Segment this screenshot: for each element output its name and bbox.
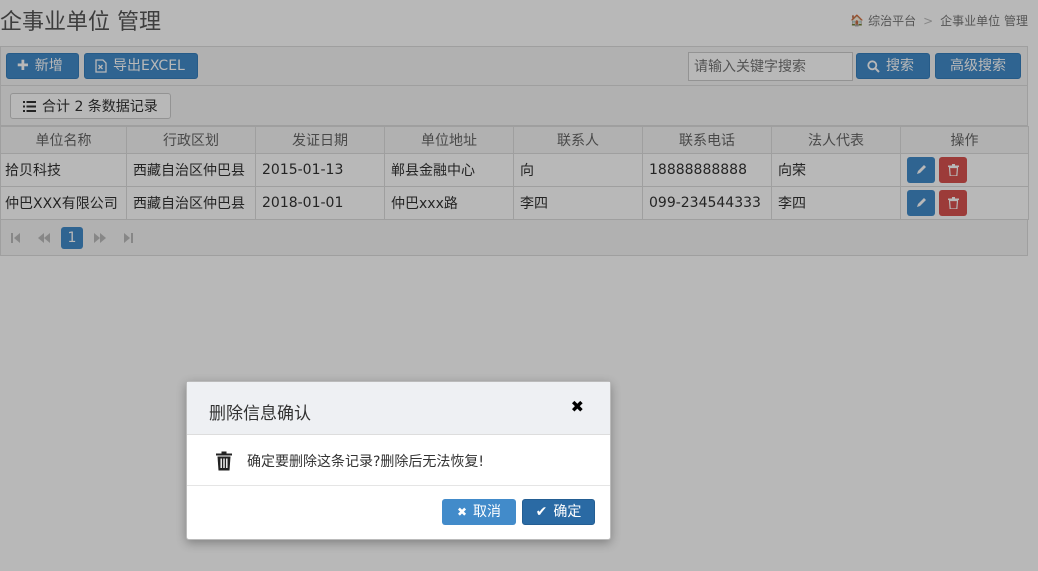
close-icon[interactable]: ✖	[571, 397, 584, 416]
check-icon: ✔	[535, 504, 548, 520]
dialog-message: 确定要删除这条记录?删除后无法恢复!	[247, 453, 485, 470]
cancel-button-label: 取消	[473, 504, 502, 520]
dialog-header: 删除信息确认 ✖	[187, 382, 610, 435]
confirm-button-label: 确定	[553, 504, 582, 520]
delete-confirm-dialog: 删除信息确认 ✖ 确定要删除这条记录?删除后无法恢复! ✖ 取消 ✔ 确定	[186, 381, 611, 540]
dialog-body: 确定要删除这条记录?删除后无法恢复!	[187, 436, 610, 486]
trash-icon	[215, 451, 233, 471]
confirm-button[interactable]: ✔ 确定	[522, 499, 595, 525]
dialog-footer: ✖ 取消 ✔ 确定	[187, 486, 610, 540]
close-icon: ✖	[456, 505, 468, 519]
dialog-title: 删除信息确认	[209, 404, 311, 424]
cancel-button[interactable]: ✖ 取消	[442, 499, 516, 525]
